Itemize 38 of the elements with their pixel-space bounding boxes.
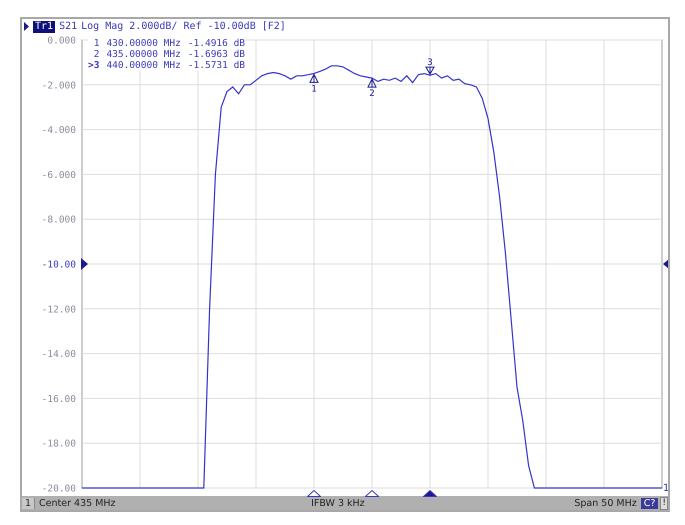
marker-label: >3 bbox=[88, 60, 100, 71]
marker-frequency: 430.00000 MHz bbox=[106, 38, 181, 49]
y-tick-label: -2.000 bbox=[42, 80, 76, 92]
trace-parameter: S21 bbox=[59, 21, 78, 32]
marker-frequency: 435.00000 MHz bbox=[106, 49, 181, 60]
marker-value: -1.5731 dB bbox=[188, 60, 246, 71]
y-tick-label: -16.00 bbox=[42, 394, 76, 405]
reference-arrow-icon bbox=[663, 258, 668, 270]
trace-label[interactable]: Tr1 bbox=[33, 20, 56, 32]
marker-label: 2 bbox=[92, 49, 100, 60]
y-tick-label: -8.000 bbox=[42, 214, 76, 226]
marker-frequency: 440.00000 MHz bbox=[106, 60, 181, 71]
marker-number: 1 bbox=[311, 84, 317, 94]
center-frequency: Center 435 MHz bbox=[38, 498, 117, 508]
marker-value: -1.4916 dB bbox=[188, 38, 246, 49]
y-tick-label: -6.000 bbox=[42, 170, 76, 181]
marker-label: 1 bbox=[92, 38, 100, 49]
y-tick-label: -4.000 bbox=[42, 125, 76, 136]
calibration-status: C? bbox=[640, 498, 658, 508]
y-tick-label: 0.000 bbox=[47, 36, 76, 46]
y-tick-label: -10.00 bbox=[42, 260, 76, 270]
marker-flag-icon bbox=[425, 66, 435, 76]
y-tick-label: -12.00 bbox=[42, 304, 76, 316]
marker-flag-icon bbox=[309, 73, 319, 83]
marker-number: 2 bbox=[369, 89, 375, 100]
trace-pointer-icon bbox=[24, 22, 29, 31]
y-tick-label: -20.00 bbox=[42, 484, 76, 494]
frequency-span: Span 50 MHz bbox=[573, 498, 638, 508]
if-bandwidth: IFBW 3 kHz bbox=[310, 498, 366, 508]
trace-settings: Log Mag 2.000dB/ Ref -10.00dB [F2] bbox=[81, 21, 286, 32]
y-tick-label: -18.00 bbox=[42, 438, 76, 450]
marker-value: -1.6963 dB bbox=[188, 49, 246, 60]
channel-number: 1 bbox=[22, 498, 36, 508]
y-tick-label: -14.00 bbox=[42, 349, 76, 360]
marker-number: 3 bbox=[427, 58, 433, 68]
alert-indicator: ! bbox=[660, 496, 668, 510]
marker-flag-icon bbox=[367, 78, 377, 88]
reference-arrow-icon bbox=[81, 258, 88, 270]
